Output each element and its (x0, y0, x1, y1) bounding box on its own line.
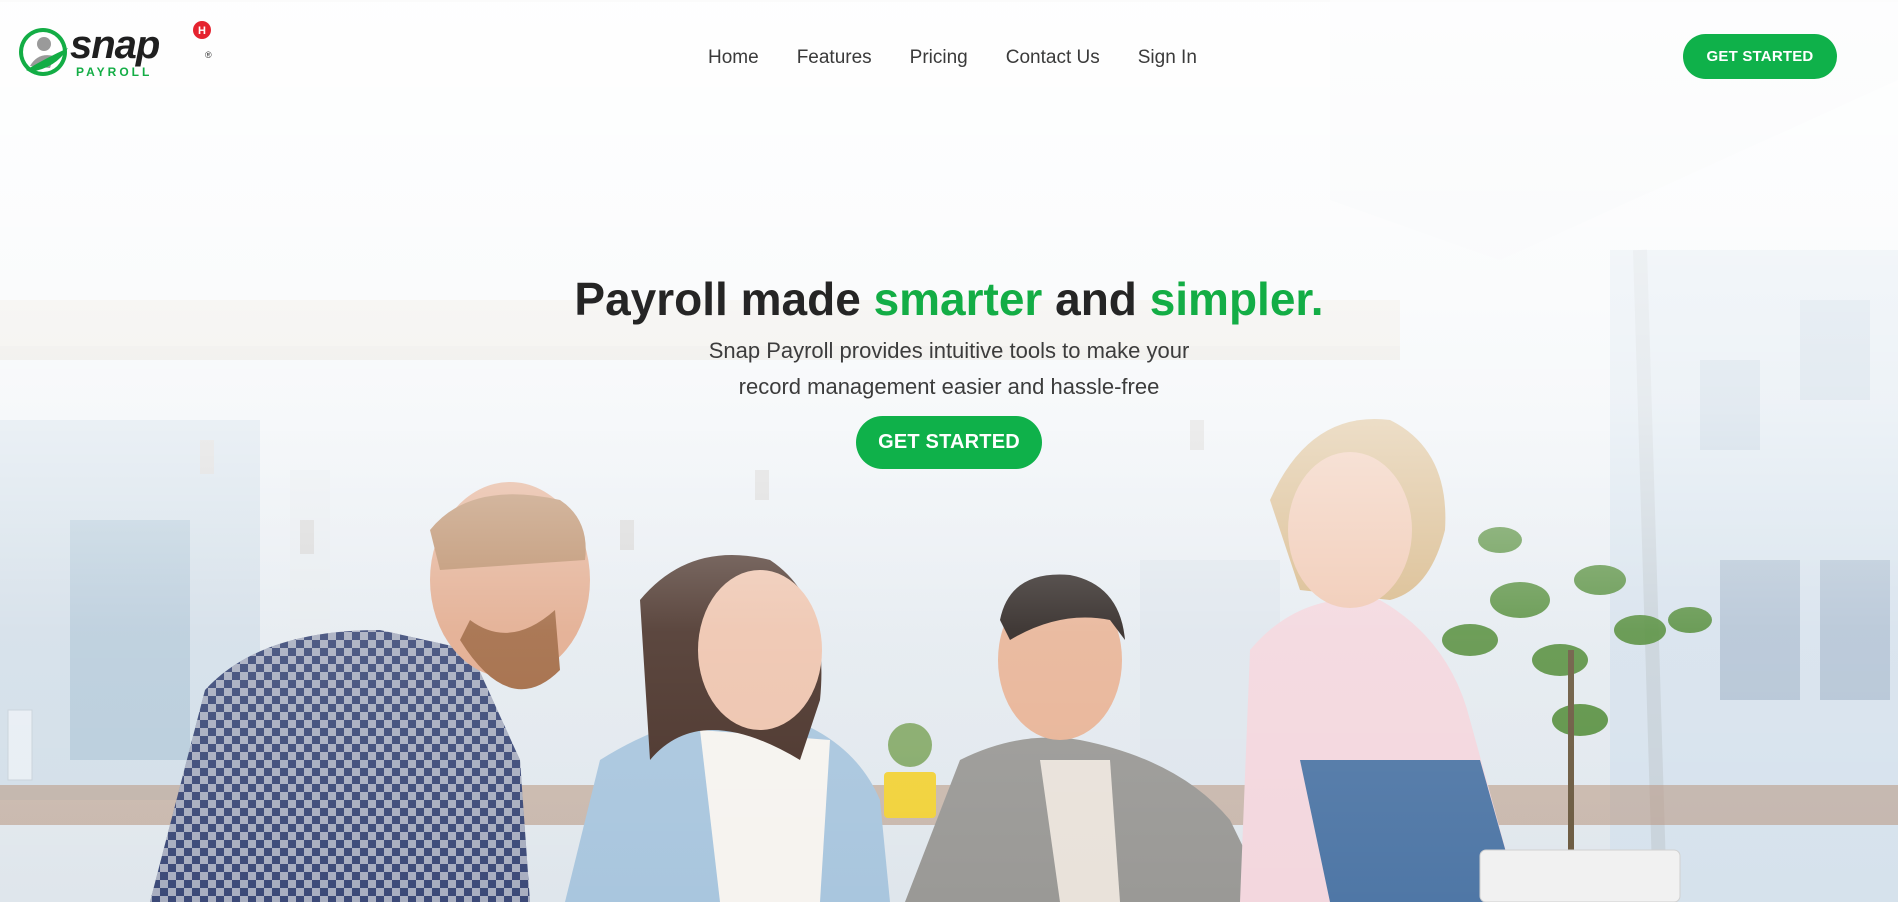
main-nav: Home Features Pricing Contact Us Sign In (708, 46, 1235, 70)
headline-part3: and (1042, 273, 1150, 325)
nav-home[interactable]: Home (708, 46, 759, 70)
headline-smarter: smarter (873, 273, 1043, 325)
logo-mark-icon: snap PAYROLL H ® (19, 21, 212, 79)
snap-payroll-logo[interactable]: snap PAYROLL H ® (16, 18, 216, 82)
nav-sign-in[interactable]: Sign In (1138, 46, 1197, 70)
hero-subtitle-line2: record management easier and hassle-free (738, 374, 1160, 399)
logo-wordmark: snap (70, 23, 160, 67)
nav-contact-us[interactable]: Contact Us (1006, 46, 1100, 70)
registered-mark: ® (205, 50, 212, 60)
nav-features[interactable]: Features (797, 46, 872, 70)
headline-simpler: simpler. (1149, 273, 1324, 325)
hero-headline: Payroll made smarter and simpler. (0, 272, 1898, 326)
hero-subtitle: Snap Payroll provides intuitive tools to… (0, 333, 1898, 405)
logo-subtext: PAYROLL (76, 65, 152, 79)
headline-part1: Payroll made (574, 273, 874, 325)
header-get-started-button[interactable]: GET STARTED (1683, 34, 1837, 79)
hero-get-started-button[interactable]: GET STARTED (856, 416, 1042, 469)
hero-subtitle-line1: Snap Payroll provides intuitive tools to… (708, 338, 1190, 363)
logo-badge: H (198, 25, 206, 37)
nav-pricing[interactable]: Pricing (910, 46, 968, 70)
